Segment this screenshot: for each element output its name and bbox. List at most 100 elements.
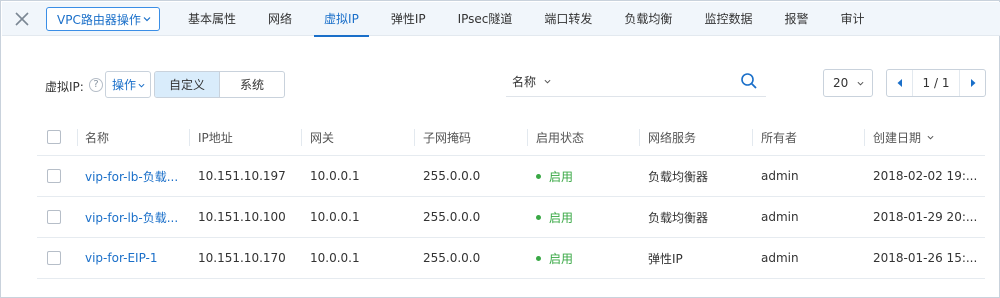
owner: admin <box>761 169 799 183</box>
status-text: 启用 <box>549 169 574 184</box>
table-row[interactable]: vip-for-EIP-1 10.151.10.170 10.0.0.1 255… <box>37 238 985 279</box>
search-field-selector[interactable]: 名称 <box>512 73 551 90</box>
caret-right-icon <box>970 79 975 87</box>
table-row[interactable]: vip-for-lb-负载... 10.151.10.100 10.0.0.1 … <box>37 197 985 238</box>
chevron-down-icon <box>143 17 151 22</box>
segment-custom[interactable]: 自定义 <box>155 72 220 97</box>
gateway: 10.0.0.1 <box>310 251 360 265</box>
status-badge: 启用 <box>536 156 573 196</box>
header-network-service[interactable]: 网络服务 <box>648 119 696 155</box>
column-divider <box>752 129 753 146</box>
vpc-router-ops-dropdown[interactable]: VPC路由器操作 <box>46 7 160 31</box>
segment-system[interactable]: 系统 <box>220 72 284 97</box>
row-checkbox[interactable] <box>47 251 61 265</box>
table-row[interactable]: vip-for-lb-负载... 10.151.10.197 10.0.0.1 … <box>37 156 985 197</box>
tab-bar: 基本属性 网络 虚拟IP 弹性IP IPsec隧道 端口转发 负载均衡 监控数据… <box>172 2 880 37</box>
page-size-value: 20 <box>833 76 849 90</box>
owner: admin <box>761 251 799 265</box>
tab-ipsec-tunnel[interactable]: IPsec隧道 <box>442 2 529 36</box>
row-checkbox[interactable] <box>47 169 61 183</box>
next-page-button[interactable] <box>959 70 985 96</box>
pagination: 1 / 1 <box>886 69 986 97</box>
network-service: 负载均衡器 <box>648 169 709 184</box>
network-service: 负载均衡器 <box>648 210 709 225</box>
vip-type-segmented-control: 自定义 系统 <box>154 71 285 98</box>
search-bar: 名称 <box>506 69 766 97</box>
row-checkbox-cell <box>47 197 61 237</box>
header-enable-state[interactable]: 启用状态 <box>536 119 584 155</box>
sort-chevron-down-icon <box>927 135 934 140</box>
operations-dropdown[interactable]: 操作 <box>105 71 151 98</box>
row-checkbox-cell <box>47 156 61 196</box>
header-gateway[interactable]: 网关 <box>310 119 334 155</box>
column-divider <box>414 129 415 146</box>
header-created-date[interactable]: 创建日期 <box>873 119 934 155</box>
header-netmask[interactable]: 子网掩码 <box>423 119 471 155</box>
search-input[interactable] <box>566 71 736 93</box>
column-divider <box>864 129 865 146</box>
column-divider <box>77 129 78 146</box>
status-badge: 启用 <box>536 238 573 278</box>
network-service: 弹性IP <box>648 251 683 266</box>
page-size-select[interactable]: 20 <box>823 69 873 97</box>
tab-alarm[interactable]: 报警 <box>768 2 824 36</box>
status-text: 启用 <box>549 251 574 266</box>
tab-monitoring-data[interactable]: 监控数据 <box>688 2 768 36</box>
row-checkbox[interactable] <box>47 210 61 224</box>
page-indicator: 1 / 1 <box>922 76 950 90</box>
chevron-down-icon <box>138 83 145 88</box>
chevron-down-icon <box>857 81 864 86</box>
tab-virtual-ip[interactable]: 虚拟IP <box>308 2 375 37</box>
prev-page-button[interactable] <box>887 70 913 96</box>
status-dot-icon <box>536 214 541 220</box>
chevron-down-icon <box>544 79 551 84</box>
ip-address: 10.151.10.170 <box>198 251 286 265</box>
header-created-date-label: 创建日期 <box>873 130 922 145</box>
netmask: 255.0.0.0 <box>423 210 481 224</box>
status-dot-icon <box>536 173 541 179</box>
header-owner[interactable]: 所有者 <box>761 119 797 155</box>
owner: admin <box>761 210 799 224</box>
tab-basic-attributes[interactable]: 基本属性 <box>172 2 252 36</box>
vip-name-link[interactable]: vip-for-lb-负载... <box>85 156 185 196</box>
column-divider <box>301 129 302 146</box>
row-checkbox-cell <box>47 238 61 278</box>
vpc-router-ops-label: VPC路由器操作 <box>57 12 141 27</box>
ip-address: 10.151.10.100 <box>198 210 286 224</box>
netmask: 255.0.0.0 <box>423 169 481 183</box>
tab-network[interactable]: 网络 <box>252 2 308 36</box>
created-date: 2018-02-02 19:... <box>873 169 978 183</box>
vip-name-link[interactable]: vip-for-EIP-1 <box>85 238 185 278</box>
help-icon[interactable]: ? <box>89 78 103 92</box>
header-name[interactable]: 名称 <box>85 119 109 155</box>
tab-load-balancing[interactable]: 负载均衡 <box>608 2 688 36</box>
tab-elastic-ip[interactable]: 弹性IP <box>375 2 442 36</box>
vip-panel: VPC路由器操作 基本属性 网络 虚拟IP 弹性IP IPsec隧道 端口转发 … <box>0 0 1000 298</box>
close-icon[interactable] <box>12 9 32 29</box>
netmask: 255.0.0.0 <box>423 251 481 265</box>
select-all-cell <box>47 119 61 155</box>
vip-name-link[interactable]: vip-for-lb-负载... <box>85 197 185 237</box>
search-field-label: 名称 <box>512 75 537 89</box>
status-badge: 启用 <box>536 197 573 237</box>
gateway: 10.0.0.1 <box>310 210 360 224</box>
search-icon[interactable] <box>740 72 758 90</box>
ip-address: 10.151.10.197 <box>198 169 286 183</box>
gateway: 10.0.0.1 <box>310 169 360 183</box>
column-divider <box>639 129 640 146</box>
operations-label: 操作 <box>112 78 137 92</box>
column-divider <box>527 129 528 146</box>
column-divider <box>189 129 190 146</box>
table-header-row: 名称 IP地址 网关 子网掩码 启用状态 网络服务 所有者 创建日期 <box>37 119 985 156</box>
tab-port-forwarding[interactable]: 端口转发 <box>528 2 608 36</box>
header-ip-address[interactable]: IP地址 <box>198 119 233 155</box>
tab-audit[interactable]: 审计 <box>824 2 880 36</box>
top-nav-bar: VPC路由器操作 基本属性 网络 虚拟IP 弹性IP IPsec隧道 端口转发 … <box>2 2 1000 37</box>
vip-filter-label: 虚拟IP: <box>45 80 84 94</box>
vip-table: 名称 IP地址 网关 子网掩码 启用状态 网络服务 所有者 创建日期 vip-f… <box>37 119 985 279</box>
caret-left-icon <box>897 79 902 87</box>
select-all-checkbox[interactable] <box>47 130 61 144</box>
status-text: 启用 <box>549 210 574 225</box>
created-date: 2018-01-26 15:... <box>873 251 978 265</box>
created-date: 2018-01-29 20:... <box>873 210 978 224</box>
